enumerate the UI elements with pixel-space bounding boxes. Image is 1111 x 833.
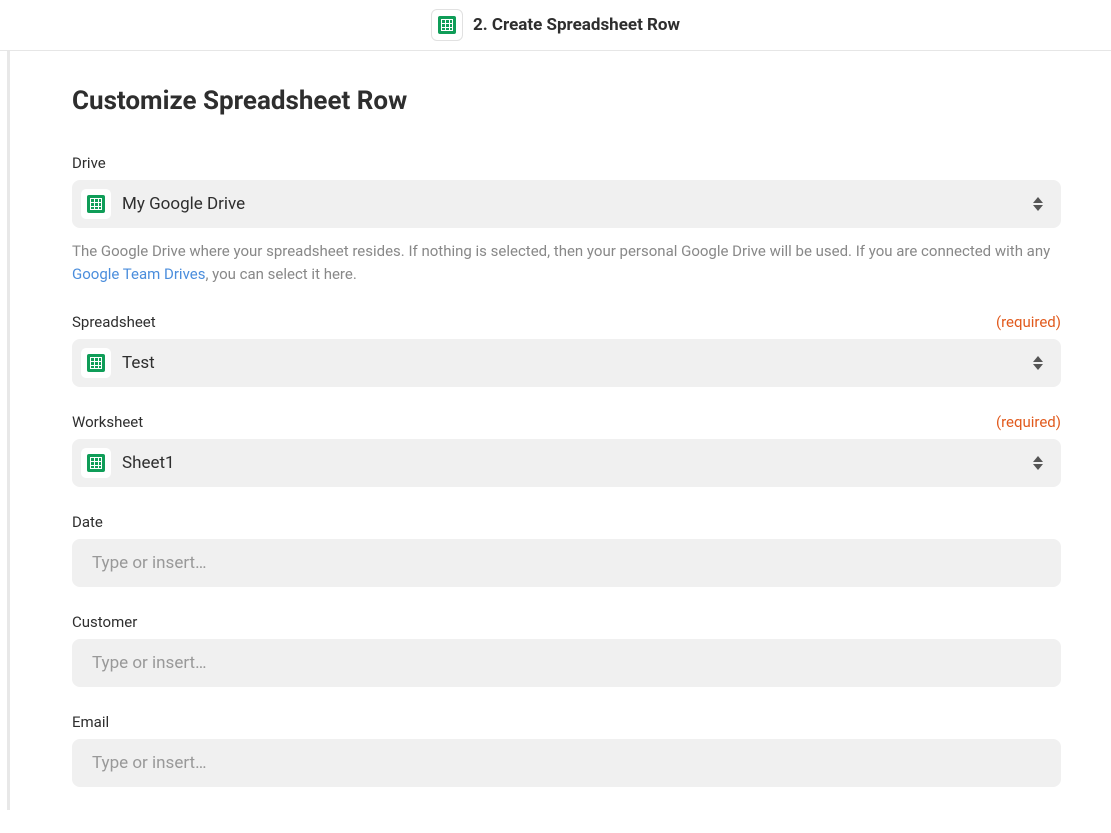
worksheet-field-group: Worksheet (required) Sheet1 [72, 413, 1061, 487]
drive-help-text-2: , you can select it here. [205, 265, 356, 283]
drive-help-text: The Google Drive where your spreadsheet … [72, 240, 1061, 287]
spreadsheet-field-group: Spreadsheet (required) Test [72, 313, 1061, 387]
email-label: Email [72, 713, 109, 731]
worksheet-select[interactable]: Sheet1 [72, 439, 1061, 487]
email-label-row: Email [72, 713, 1061, 731]
select-chevrons-icon [1033, 356, 1043, 370]
spreadsheet-select-icon-wrapper [81, 348, 111, 378]
worksheet-label: Worksheet [72, 413, 143, 431]
worksheet-select-value: Sheet1 [122, 453, 1033, 473]
drive-help-text-1: The Google Drive where your spreadsheet … [72, 242, 1050, 260]
spreadsheet-label-row: Spreadsheet (required) [72, 313, 1061, 331]
google-sheets-icon [87, 454, 105, 472]
worksheet-required-tag: (required) [996, 413, 1061, 431]
step-title: 2. Create Spreadsheet Row [473, 15, 680, 35]
date-label: Date [72, 513, 103, 531]
form-content: Customize Spreadsheet Row Drive My Googl… [0, 51, 1111, 833]
drive-label-row: Drive [72, 154, 1061, 172]
drive-select[interactable]: My Google Drive [72, 180, 1061, 228]
spreadsheet-select[interactable]: Test [72, 339, 1061, 387]
drive-field-group: Drive My Google Drive The Google Drive w… [72, 154, 1061, 287]
customer-label: Customer [72, 613, 137, 631]
drive-label: Drive [72, 154, 106, 172]
customer-label-row: Customer [72, 613, 1061, 631]
date-field-group: Date [72, 513, 1061, 587]
step-header: 2. Create Spreadsheet Row [0, 0, 1111, 51]
customer-field-group: Customer [72, 613, 1061, 687]
spreadsheet-select-value: Test [122, 353, 1033, 373]
worksheet-select-icon-wrapper [81, 448, 111, 478]
sidebar-accent-line [7, 51, 10, 810]
google-sheets-icon [87, 354, 105, 372]
page-title: Customize Spreadsheet Row [72, 86, 1061, 116]
customer-input[interactable] [72, 639, 1061, 687]
select-chevrons-icon [1033, 456, 1043, 470]
google-team-drives-link[interactable]: Google Team Drives [72, 265, 205, 283]
google-sheets-icon [87, 195, 105, 213]
drive-select-value: My Google Drive [122, 194, 1033, 214]
spreadsheet-required-tag: (required) [996, 313, 1061, 331]
drive-select-icon-wrapper [81, 189, 111, 219]
date-label-row: Date [72, 513, 1061, 531]
email-input[interactable] [72, 739, 1061, 787]
date-input[interactable] [72, 539, 1061, 587]
worksheet-label-row: Worksheet (required) [72, 413, 1061, 431]
app-icon-wrapper [431, 9, 463, 41]
spreadsheet-label: Spreadsheet [72, 313, 156, 331]
google-sheets-icon [438, 16, 456, 34]
select-chevrons-icon [1033, 197, 1043, 211]
email-field-group: Email [72, 713, 1061, 787]
